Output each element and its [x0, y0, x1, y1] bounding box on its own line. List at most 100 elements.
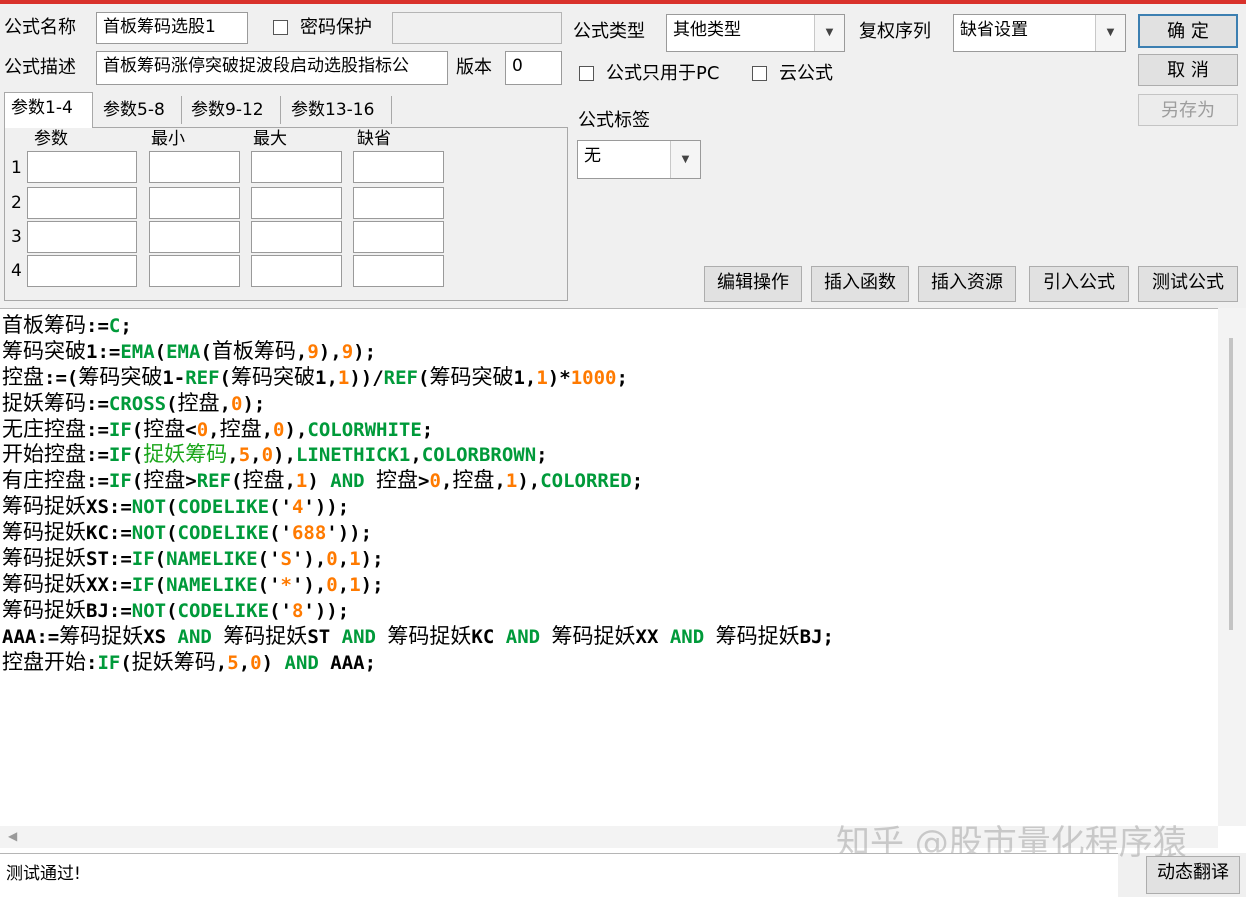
code-token: ,: [337, 548, 350, 571]
code-token: ;: [120, 315, 132, 337]
formula-type-select[interactable]: 其他类型 ▼: [666, 14, 845, 52]
code-token: XS:=: [86, 496, 132, 519]
code-editor[interactable]: 首板筹码:=C; 筹码突破1:=EMA(EMA(首板筹码,9),9); 控盘:=(筹…: [0, 308, 1246, 853]
param-header-min: 最小: [151, 129, 185, 149]
code-token: 筹码捉妖: [2, 520, 86, 545]
code-token: 筹码突破: [2, 338, 86, 363]
code-token: XX: [635, 625, 670, 648]
code-token: (: [418, 366, 430, 389]
code-token: );: [360, 573, 384, 596]
scroll-left-arrow-icon[interactable]: ◀: [8, 829, 17, 843]
code-token: XX:=: [86, 573, 132, 596]
code-token: ,: [284, 470, 296, 493]
code-token: '));: [326, 522, 373, 545]
param-1-default-input[interactable]: [353, 151, 444, 183]
code-token: 5: [227, 651, 239, 674]
code-token: 9: [307, 340, 319, 363]
formula-type-value: 其他类型: [673, 20, 741, 40]
code-token: );: [360, 548, 384, 571]
scrollbar-thumb[interactable]: [1229, 338, 1233, 630]
test-formula-button[interactable]: 测试公式: [1138, 266, 1238, 302]
code-token: 控盘: [177, 390, 220, 415]
code-token: 0: [273, 418, 285, 441]
param-2-name-input[interactable]: [27, 187, 137, 219]
tab-divider: [181, 96, 182, 124]
code-token: AAA:=: [2, 625, 60, 648]
cancel-button[interactable]: 取 消: [1138, 54, 1238, 86]
param-3-min-input[interactable]: [149, 221, 240, 253]
code-token: COLORWHITE: [307, 418, 422, 441]
param-4-default-input[interactable]: [353, 255, 444, 287]
code-line: 捉妖筹码:=CROSS(控盘,0);: [2, 391, 834, 417]
insert-resource-button[interactable]: 插入资源: [918, 266, 1016, 302]
code-token: ;: [631, 470, 644, 493]
formula-tag-value: 无: [584, 146, 601, 166]
password-input[interactable]: [392, 12, 562, 44]
code-token: '));: [303, 599, 350, 622]
param-row-number: 4: [11, 261, 22, 281]
param-3-name-input[interactable]: [27, 221, 137, 253]
param-4-max-input[interactable]: [251, 255, 342, 287]
save-as-button[interactable]: 另存为: [1138, 94, 1238, 126]
password-protect-label: 密码保护: [300, 17, 372, 38]
code-token: 688: [291, 522, 327, 545]
tab-params-13-16[interactable]: 参数13-16: [284, 94, 381, 126]
chevron-down-icon: ▼: [814, 15, 844, 51]
code-token: 有庄控盘: [2, 468, 86, 493]
code-token: 0: [326, 573, 338, 596]
code-token: (: [131, 470, 144, 493]
code-token: 1: [295, 470, 308, 493]
code-token: ,: [219, 392, 231, 415]
param-1-max-input[interactable]: [251, 151, 342, 183]
tab-params-5-8[interactable]: 参数5-8: [96, 94, 172, 126]
param-3-default-input[interactable]: [353, 221, 444, 253]
dynamic-translate-button[interactable]: 动态翻译: [1146, 856, 1240, 894]
code-token: :=: [86, 392, 109, 415]
password-protect-checkbox[interactable]: [273, 20, 288, 35]
param-2-max-input[interactable]: [251, 187, 342, 219]
code-token: CROSS: [108, 392, 167, 415]
code-token: CODELIKE: [177, 496, 270, 519]
param-4-name-input[interactable]: [27, 255, 137, 287]
param-1-min-input[interactable]: [149, 151, 240, 183]
param-row-number: 1: [11, 158, 22, 178]
code-token: EMA: [166, 340, 201, 363]
code-token: :=(: [44, 366, 79, 389]
version-input[interactable]: 0: [505, 51, 562, 85]
code-token: 筹码捉妖: [2, 571, 86, 596]
code-token: 开始控盘: [2, 442, 86, 467]
code-token: (': [269, 522, 292, 545]
code-token: AND: [669, 625, 705, 648]
edit-operations-button[interactable]: 编辑操作: [704, 266, 802, 302]
rights-sequence-select[interactable]: 缺省设置 ▼: [953, 14, 1126, 52]
code-token: (': [257, 548, 281, 571]
code-token: 1: [349, 573, 361, 596]
tab-divider: [391, 96, 392, 124]
code-line: 筹码捉妖XS:=NOT(CODELIKE('4'));: [2, 494, 834, 520]
formula-name-input[interactable]: 首板筹码选股1: [96, 12, 248, 44]
formula-tag-select[interactable]: 无 ▼: [577, 140, 701, 179]
vertical-scrollbar[interactable]: [1218, 308, 1246, 826]
tab-params-9-12[interactable]: 参数9-12: [184, 94, 271, 126]
code-line: 筹码捉妖XX:=IF(NAMELIKE('*'),0,1);: [2, 572, 834, 598]
code-token: 控盘: [242, 468, 285, 493]
code-line: 筹码捉妖ST:=IF(NAMELIKE('S'),0,1);: [2, 546, 834, 572]
formula-desc-input[interactable]: 首板筹码涨停突破捉波段启动选股指标公: [96, 51, 448, 85]
code-token: 筹码突破: [231, 364, 315, 389]
param-2-default-input[interactable]: [353, 187, 444, 219]
code-token: 控盘开始: [2, 649, 86, 674]
tab-params-1-4[interactable]: 参数1-4: [4, 92, 93, 128]
param-1-name-input[interactable]: [27, 151, 137, 183]
code-token: IF: [108, 418, 132, 441]
cloud-formula-checkbox[interactable]: [752, 66, 767, 81]
code-token: 捉妖筹码: [143, 442, 228, 467]
import-formula-button[interactable]: 引入公式: [1029, 266, 1129, 302]
insert-function-button[interactable]: 插入函数: [811, 266, 909, 302]
ok-button[interactable]: 确 定: [1138, 14, 1238, 48]
param-4-min-input[interactable]: [149, 255, 240, 287]
code-token: 控盘: [376, 468, 419, 493]
param-3-max-input[interactable]: [251, 221, 342, 253]
param-2-min-input[interactable]: [149, 187, 240, 219]
pc-only-checkbox[interactable]: [579, 66, 594, 81]
